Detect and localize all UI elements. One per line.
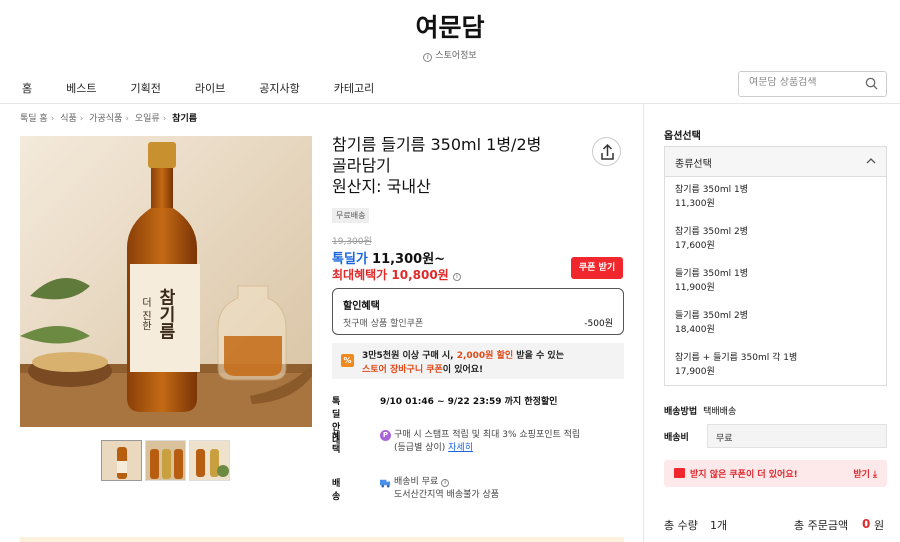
search-box	[738, 71, 887, 97]
percent-icon: %	[341, 354, 354, 367]
shipping-label: 배송	[332, 479, 341, 502]
thumbnail-image	[190, 441, 229, 480]
total-qty-label: 총 수량	[664, 519, 698, 532]
option-item[interactable]: 들기름 350ml 1병 11,900원	[675, 267, 748, 295]
option-item[interactable]: 참기름 + 들기름 350ml 각 1병 17,900원	[675, 351, 797, 379]
delivery-fee-row: 배송비 무료	[664, 424, 887, 448]
download-icon: ⤓	[873, 470, 877, 480]
product-title: 참기름 들기름 350ml 1병/2병 골라담기 원산지: 국내산	[332, 134, 592, 197]
total-amount-value: 0	[862, 517, 871, 531]
breadcrumb-current[interactable]: 참기름	[172, 114, 197, 124]
total-currency: 원	[874, 519, 885, 532]
thumbnail-3[interactable]	[189, 440, 230, 481]
free-shipping-badge: 무료배송	[332, 208, 370, 223]
breadcrumb: 톡딜 홈 › 식품 › 가공식품 › 오일류 › 참기름	[20, 114, 198, 124]
product-title-line: 골라담기	[332, 156, 391, 175]
shipping-text: 배송비 무료 i 도서산간지역 배송불가 상품	[394, 477, 500, 500]
claim-coupon-button[interactable]: 받기 ⤓	[853, 467, 877, 480]
options-title: 옵션선택	[664, 131, 701, 142]
header-divider	[0, 103, 900, 104]
search-input[interactable]	[749, 77, 859, 88]
info-icon[interactable]: i	[452, 273, 461, 281]
coupon-ticket-icon	[674, 468, 685, 478]
search-icon[interactable]	[865, 77, 878, 90]
thumbnail-1[interactable]	[101, 440, 142, 481]
coupon-button[interactable]: 쿠폰 받기	[571, 257, 623, 279]
unclaimed-coupon-message: 받지 않은 쿠폰이 더 있어요!	[690, 470, 798, 480]
total-amount-label: 총 주문금액	[794, 519, 849, 532]
option-item[interactable]: 참기름 350ml 1병 11,300원	[675, 183, 748, 211]
discount-item-value: -500원	[584, 319, 613, 329]
deal-price: 11,300원~	[372, 252, 446, 267]
truck-icon	[380, 479, 391, 488]
bottom-banner-strip	[20, 537, 624, 542]
chevron-up-icon	[866, 158, 876, 164]
option-item[interactable]: 참기름 350ml 2병 17,600원	[675, 225, 748, 253]
breadcrumb-item[interactable]: 오일류	[135, 114, 160, 124]
nav-home[interactable]: 홈	[22, 80, 32, 96]
nav-best[interactable]: 베스트	[66, 80, 96, 96]
sesame-oil-bottle-photo: 참기름 더 진한	[20, 136, 312, 427]
store-info-label: 스토어정보	[435, 51, 477, 61]
product-main-image[interactable]: 참기름 더 진한	[20, 136, 312, 427]
option-select-header[interactable]: 종류선택	[665, 147, 886, 177]
delivery-method-value: 택배배송	[703, 407, 737, 417]
store-title[interactable]: 여문담	[0, 8, 900, 44]
benefit-detail-link[interactable]: 자세히	[448, 443, 473, 453]
store-info-link[interactable]: i 스토어정보	[0, 48, 900, 62]
unclaimed-coupon-banner[interactable]: 받지 않은 쿠폰이 더 있어요! 받기 ⤓	[664, 460, 887, 487]
discount-box: 할인혜택 첫구매 상품 할인쿠폰 -500원	[332, 288, 624, 335]
max-benefit-price: 최대혜택가 10,800원	[332, 268, 449, 282]
benefit-label: 혜택	[332, 432, 341, 455]
option-dropdown: 종류선택 참기름 350ml 1병 11,300원 참기름 350ml 2병 17,…	[664, 146, 887, 386]
main-nav: 홈 베스트 기획전 라이브 공지사항 카테고리	[22, 80, 408, 96]
nav-category[interactable]: 카테고리	[334, 80, 374, 96]
thumbnail-image	[102, 441, 141, 480]
bottle-label-sub: 더 진한	[140, 297, 152, 330]
option-item[interactable]: 들기름 350ml 2병 18,400원	[675, 309, 748, 337]
deal-label: 톡딜가	[332, 252, 368, 267]
product-origin: 원산지: 국내산	[332, 177, 431, 196]
share-button[interactable]	[592, 137, 621, 166]
original-price: 19,300원	[332, 237, 372, 247]
point-icon: P	[380, 430, 391, 441]
deal-price-row: 톡딜가 11,300원~	[332, 248, 445, 267]
share-icon	[601, 143, 614, 160]
cart-coupon-banner[interactable]: % 3만5천원 이상 구매 시, 2,000원 할인 받을 수 있는 스토어 장…	[332, 343, 624, 379]
delivery-fee-value: 무료	[716, 434, 733, 444]
delivery-fee-label: 배송비	[664, 433, 689, 443]
bottle-label-main: 참기름	[155, 287, 175, 339]
delivery-method-row: 배송방법 택배배송	[664, 404, 736, 417]
breadcrumb-item[interactable]: 톡딜 홈	[20, 114, 48, 124]
promo-line-1: 3만5천원 이상 구매 시, 2,000원 할인 받을 수 있는	[362, 351, 564, 361]
info-icon[interactable]: i	[441, 479, 450, 487]
discount-title: 할인혜택	[343, 301, 380, 312]
deal-info-value: 9/10 01:46 ~ 9/22 23:59 까지 한정할인	[380, 397, 558, 407]
benefit-text: 구매 시 스탬프 적립 및 최대 3% 쇼핑포인트 적립 (등급별 상이) 자세히	[394, 430, 581, 453]
discount-item-label: 첫구매 상품 할인쿠폰	[343, 319, 424, 329]
breadcrumb-item[interactable]: 식품	[60, 114, 77, 124]
breadcrumb-item[interactable]: 가공식품	[89, 114, 122, 124]
sidebar-divider	[643, 104, 644, 542]
total-qty-value: 1개	[710, 519, 728, 532]
nav-exhibition[interactable]: 기획전	[131, 80, 161, 96]
thumbnail-2[interactable]	[145, 440, 186, 481]
delivery-method-label: 배송방법	[664, 407, 698, 417]
nav-live[interactable]: 라이브	[195, 80, 225, 96]
info-icon: i	[423, 53, 433, 62]
delivery-fee-field: 무료	[707, 424, 887, 448]
promo-line-2: 스토어 장바구니 쿠폰이 있어요!	[362, 365, 484, 375]
thumbnail-image	[146, 441, 185, 480]
option-select-label: 종류선택	[675, 159, 712, 170]
product-title-line: 참기름 들기름 350ml 1병/2병	[332, 135, 542, 154]
nav-notice[interactable]: 공지사항	[259, 80, 299, 96]
max-benefit-row: 최대혜택가 10,800원 i	[332, 266, 461, 283]
